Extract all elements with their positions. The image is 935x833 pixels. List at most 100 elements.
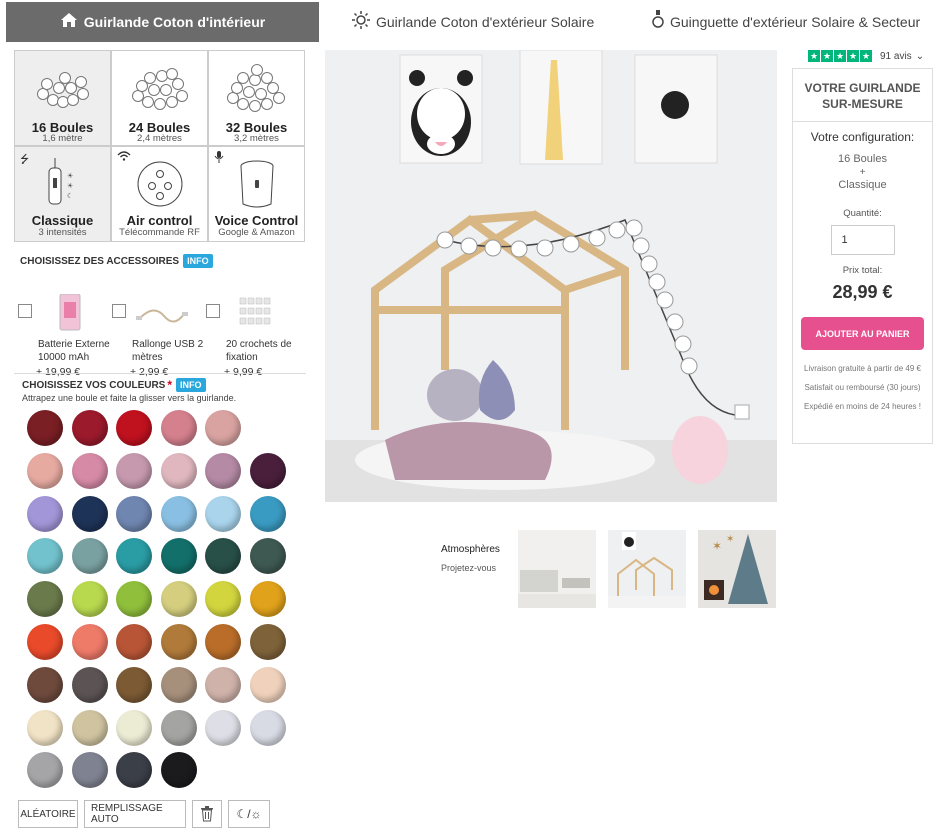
color-swatch[interactable] (116, 709, 152, 746)
color-swatch[interactable] (116, 624, 152, 660)
color-swatch[interactable] (71, 581, 108, 618)
random-button[interactable]: ALÉATOIRE (18, 800, 78, 828)
color-swatch[interactable] (116, 538, 152, 575)
color-swatch[interactable] (205, 581, 241, 618)
svg-text:✶: ✶ (712, 539, 722, 553)
trash-button[interactable] (192, 800, 222, 828)
control-sub: Télécommande RF (119, 227, 200, 238)
speaker-image (240, 160, 273, 208)
color-swatch[interactable] (116, 666, 152, 703)
color-swatch[interactable] (71, 709, 108, 746)
accessory-battery: Batterie Externe 10000 mAh + 19,99 € (14, 284, 110, 378)
size-option-16[interactable]: 16 Boules 1,6 mètre (15, 51, 110, 145)
battery-image (59, 294, 81, 331)
color-swatch[interactable] (116, 581, 152, 618)
color-swatch[interactable] (71, 452, 108, 489)
accessory-checkbox[interactable] (206, 304, 220, 318)
control-option-air[interactable]: Air control Télécommande RF (112, 147, 207, 241)
accessory-checkbox[interactable] (112, 304, 126, 318)
total-price: 28,99 € (832, 282, 893, 302)
accessory-hooks: 20 crochets de fixation + 9,99 € (202, 284, 296, 378)
autofill-button[interactable]: REMPLISSAGE AUTO (84, 800, 186, 828)
color-swatch[interactable] (160, 410, 197, 446)
atmosphere-thumb-living-room[interactable] (518, 530, 596, 608)
color-swatch[interactable] (116, 495, 152, 532)
svg-text:☀: ☀ (67, 182, 73, 190)
color-swatch[interactable] (116, 410, 152, 446)
tab-outdoor-solar[interactable]: Guirlande Coton d'extérieur Solaire (352, 2, 594, 42)
accessory-checkbox[interactable] (18, 304, 32, 318)
size-option-24[interactable]: 24 Boules 2,4 mètres (112, 51, 207, 145)
category-tabs: Guirlande Coton d'intérieur Guirlande Co… (0, 0, 935, 44)
accessory-name: Rallonge USB 2 mètres (132, 339, 204, 363)
color-swatch[interactable] (205, 624, 241, 660)
hero-product-image (325, 50, 777, 502)
color-swatch[interactable] (71, 538, 108, 575)
color-swatch[interactable] (205, 666, 241, 703)
accessories-info-badge[interactable]: INFO (183, 254, 213, 268)
color-swatch[interactable] (160, 752, 197, 789)
color-swatch[interactable] (71, 666, 108, 703)
color-swatch[interactable] (27, 581, 63, 618)
review-count: 91 avis (880, 50, 912, 62)
color-swatch[interactable] (249, 581, 286, 618)
color-swatch[interactable] (205, 709, 241, 746)
color-swatch[interactable] (27, 624, 63, 660)
atmospheres-subtitle: Projetez-vous (441, 563, 497, 573)
balls-image (130, 66, 190, 110)
trustpilot-rating[interactable]: ★ ★ ★ ★ ★ 91 avis ⌄ (808, 50, 924, 62)
color-swatch[interactable] (249, 709, 286, 746)
color-swatch[interactable] (116, 452, 152, 489)
color-swatch[interactable] (160, 581, 197, 618)
atmospheres-title: Atmosphères (441, 544, 500, 555)
color-swatch[interactable] (116, 752, 152, 789)
control-option-classique[interactable]: ⭍ ☀ ☀ ☾ Classique 3 intensités (15, 147, 110, 241)
color-swatch[interactable] (160, 709, 197, 746)
size-length: 1,6 mètre (42, 133, 83, 144)
total-price-label: Prix total: (842, 265, 883, 276)
color-swatch[interactable] (249, 666, 286, 703)
color-swatch[interactable] (160, 624, 197, 660)
day-night-toggle[interactable]: ☾/☼ (228, 800, 270, 828)
color-swatch[interactable] (27, 410, 63, 446)
atmosphere-thumb-kids-room[interactable] (608, 530, 686, 608)
color-swatch[interactable] (205, 538, 241, 575)
color-swatch[interactable] (27, 709, 63, 746)
control-option-voice[interactable]: Voice Control Google & Amazon (209, 147, 304, 241)
tab-indoor[interactable]: Guirlande Coton d'intérieur (6, 2, 319, 42)
atmosphere-thumb-christmas[interactable]: ✶ ✶ (698, 530, 776, 608)
color-swatch[interactable] (27, 752, 63, 789)
color-swatch[interactable] (205, 495, 241, 532)
add-to-cart-button[interactable]: AJOUTER AU PANIER (801, 317, 924, 350)
color-swatch[interactable] (71, 495, 108, 532)
color-swatch[interactable] (71, 624, 108, 660)
color-swatch[interactable] (249, 452, 286, 489)
color-swatch[interactable] (71, 410, 108, 446)
color-swatch[interactable] (205, 452, 241, 489)
accessory-price: + 19,99 € (36, 366, 81, 378)
color-swatch[interactable] (249, 495, 286, 532)
refund-note: Satisfait ou remboursé (30 jours) (804, 383, 921, 392)
tab-label: Guinguette d'extérieur Solaire & Secteur (670, 14, 921, 30)
color-swatch[interactable] (249, 624, 286, 660)
color-swatch[interactable] (27, 666, 63, 703)
color-swatch[interactable] (27, 495, 63, 532)
quantity-input[interactable]: 1 (830, 225, 895, 255)
size-option-32[interactable]: 32 Boules 3,2 mètres (209, 51, 304, 145)
switch-image: ☀ ☀ ☾ (48, 158, 73, 205)
color-swatch[interactable] (249, 538, 286, 575)
color-swatch[interactable] (27, 538, 63, 575)
option-grid: 16 Boules 1,6 mètre 24 Boules 2,4 mètres… (14, 50, 305, 242)
accessory-usb-cable: Rallonge USB 2 mètres + 2,99 € (108, 284, 204, 378)
color-swatch[interactable] (205, 410, 241, 446)
hooks-image (239, 297, 271, 325)
color-swatch[interactable] (27, 452, 63, 489)
color-swatch[interactable] (160, 666, 197, 703)
color-swatch[interactable] (71, 752, 108, 789)
color-swatch[interactable] (160, 495, 197, 532)
color-swatch[interactable] (160, 538, 197, 575)
color-swatch[interactable] (160, 452, 197, 489)
svg-text:✶: ✶ (726, 534, 734, 545)
tab-guinguette[interactable]: Guinguette d'extérieur Solaire & Secteur (652, 2, 920, 42)
colors-info-badge[interactable]: INFO (176, 378, 206, 392)
